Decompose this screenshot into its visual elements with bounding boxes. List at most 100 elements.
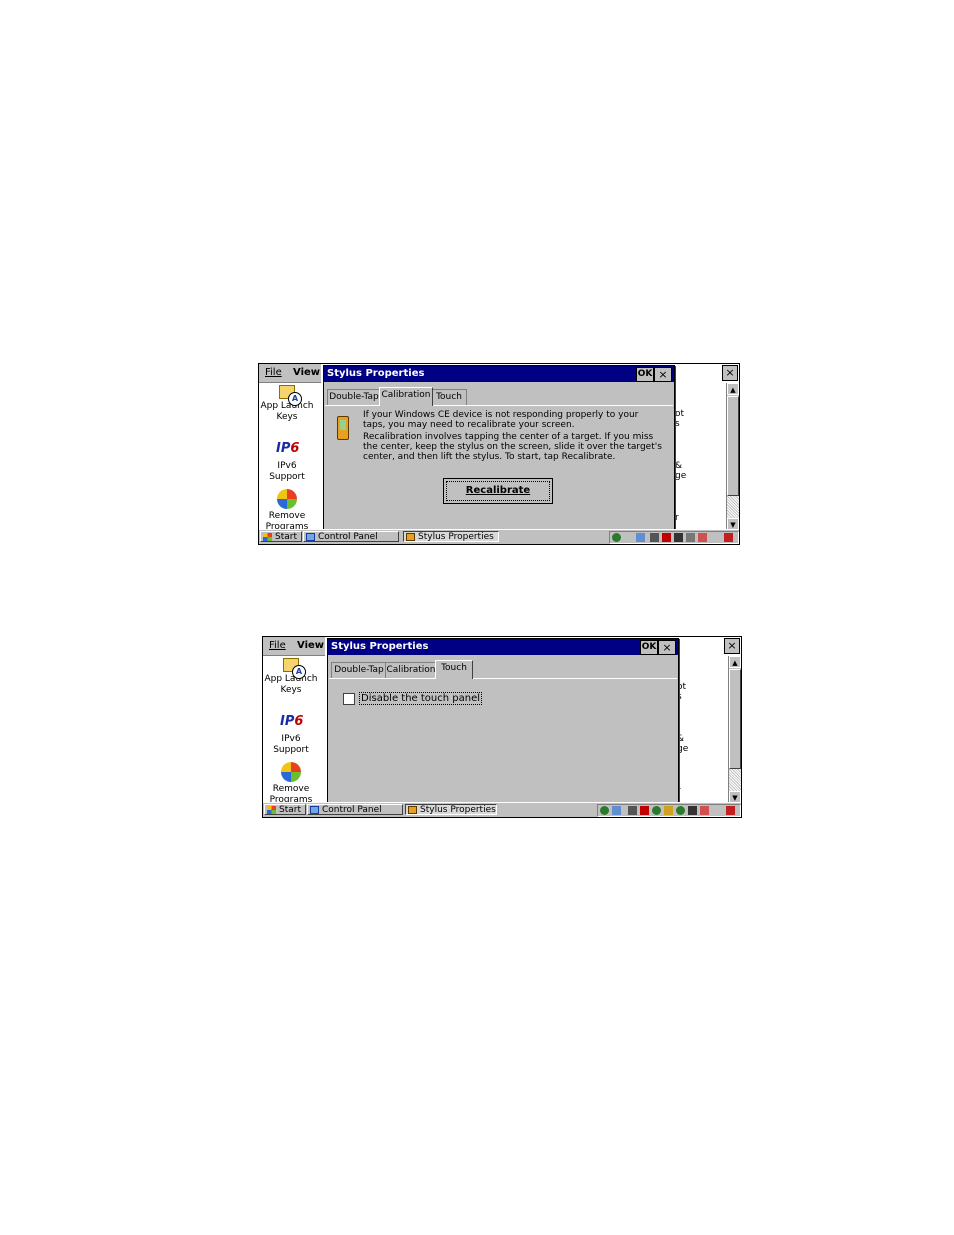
ipv6-icon: IP6 <box>280 714 304 729</box>
stylus-properties-dialog: Stylus Properties OK × Double-Tap Calibr… <box>327 638 679 804</box>
app-launch-keys-item[interactable]: App Launch Keys <box>259 385 315 423</box>
app-launch-keys-icon <box>279 385 302 406</box>
connection-icon[interactable] <box>636 533 645 542</box>
calibration-panel: If your Windows CE device is not respond… <box>325 405 673 529</box>
tab-touch[interactable]: Touch <box>431 389 467 405</box>
touch-panel: Disable the touch panel <box>329 678 677 802</box>
menu-bar: File View <box>259 364 321 383</box>
power-icon[interactable] <box>700 806 709 815</box>
stylus-tray-icon[interactable] <box>724 533 733 542</box>
icon-label: Remove <box>268 511 306 521</box>
window-close-button[interactable]: × <box>722 365 738 381</box>
network-icon[interactable] <box>612 533 621 542</box>
connection-icon[interactable] <box>612 806 621 815</box>
remove-programs-item[interactable]: Remove Programs <box>259 489 315 533</box>
windows-logo-icon <box>267 806 276 814</box>
keyboard-icon[interactable] <box>674 533 683 542</box>
tab-calibration[interactable]: Calibration <box>379 387 433 406</box>
right-icon-column: ot s & ge r <box>675 383 727 530</box>
vertical-scrollbar[interactable]: ▲ ▼ <box>726 383 739 532</box>
stylus-icon <box>408 806 417 814</box>
tab-double-tap[interactable]: Double-Tap <box>327 389 381 405</box>
icon-label: IPv6 <box>277 461 297 471</box>
right-icon-column: ot s & ge r <box>677 656 729 803</box>
task-label: Control Panel <box>318 532 378 542</box>
label-fragment: s <box>675 419 680 429</box>
close-button[interactable]: × <box>658 640 676 655</box>
remove-programs-item[interactable]: Remove Programs <box>263 762 319 806</box>
windows-logo-icon <box>263 533 272 541</box>
disable-touch-label[interactable]: Disable the touch panel <box>359 692 482 705</box>
control-panel-icon <box>306 533 315 541</box>
menu-file[interactable]: File <box>269 640 286 651</box>
scroll-up-icon[interactable]: ▲ <box>729 656 741 668</box>
close-button[interactable]: × <box>654 367 672 382</box>
icon-label: Keys <box>280 685 302 695</box>
signal-icon[interactable] <box>650 533 659 542</box>
start-label: Start <box>275 532 297 542</box>
network-icon[interactable] <box>600 806 609 815</box>
battery-icon[interactable] <box>662 533 671 542</box>
dialog-title-bar: Stylus Properties OK × <box>324 366 674 382</box>
control-panel-icon-list: App Launch Keys IP6 IPv6 Support Remove … <box>259 383 324 533</box>
wireless-off-icon[interactable] <box>686 533 695 542</box>
disable-touch-checkbox[interactable] <box>343 693 355 705</box>
control-panel-icon <box>310 806 319 814</box>
taskbar-control-panel[interactable]: Control Panel <box>307 804 403 815</box>
menu-file[interactable]: File <box>265 367 282 378</box>
start-button[interactable]: Start <box>260 531 302 542</box>
lock-icon[interactable] <box>664 806 673 815</box>
ipv6-icon: IP6 <box>276 441 300 456</box>
screenshot-touch: File View × App Launch Keys IP6 IPv6 Sup… <box>262 636 742 818</box>
ok-button[interactable]: OK <box>640 640 658 655</box>
control-panel-icon-list: App Launch Keys IP6 IPv6 Support Remove … <box>263 656 328 806</box>
ipv6-support-item[interactable]: IP6 IPv6 Support <box>263 712 319 756</box>
network3-icon[interactable] <box>676 806 685 815</box>
scroll-thumb[interactable] <box>727 396 739 496</box>
taskbar-stylus-properties[interactable]: Stylus Properties <box>405 804 497 815</box>
system-tray <box>609 531 739 544</box>
tab-calibration[interactable]: Calibration <box>385 662 437 678</box>
task-label: Control Panel <box>322 805 382 815</box>
taskbar: Start Control Panel Stylus Properties <box>259 529 739 544</box>
vertical-scrollbar[interactable]: ▲ ▼ <box>728 656 741 805</box>
menu-view[interactable]: View <box>297 640 324 651</box>
battery-icon[interactable] <box>640 806 649 815</box>
system-tray <box>597 804 741 817</box>
menu-view[interactable]: View <box>293 367 320 378</box>
taskbar: Start Control Panel Stylus Properties <box>263 802 741 817</box>
pda-device-icon <box>337 416 349 440</box>
taskbar-control-panel[interactable]: Control Panel <box>303 531 399 542</box>
start-button[interactable]: Start <box>264 804 306 815</box>
ipv6-support-item[interactable]: IP6 IPv6 Support <box>259 439 315 483</box>
icon-label: Support <box>269 472 305 482</box>
scroll-thumb[interactable] <box>729 669 741 769</box>
stylus-properties-dialog: Stylus Properties OK × Double-Tap Calibr… <box>323 365 675 531</box>
ok-button[interactable]: OK <box>636 367 654 382</box>
icon-label: App Launch <box>264 674 318 684</box>
dialog-title-bar: Stylus Properties OK × <box>328 639 678 655</box>
icon-label: Support <box>273 745 309 755</box>
tab-touch[interactable]: Touch <box>435 660 473 679</box>
stylus-icon <box>406 533 415 541</box>
scroll-up-icon[interactable]: ▲ <box>727 383 739 395</box>
recalibrate-button[interactable]: Recalibrate <box>443 478 553 504</box>
tab-double-tap[interactable]: Double-Tap <box>331 662 387 678</box>
app-launch-keys-item[interactable]: App Launch Keys <box>263 658 319 696</box>
network2-icon[interactable] <box>652 806 661 815</box>
signal-icon[interactable] <box>628 806 637 815</box>
stylus-tray-icon[interactable] <box>726 806 735 815</box>
window-close-button[interactable]: × <box>724 638 740 654</box>
calibration-intro-text: If your Windows CE device is not respond… <box>363 410 639 430</box>
label-fragment: ge <box>675 471 687 481</box>
keyboard-icon[interactable] <box>688 806 697 815</box>
taskbar-stylus-properties[interactable]: Stylus Properties <box>403 531 499 542</box>
icon-label: IPv6 <box>281 734 301 744</box>
label-fragment: r <box>675 513 679 523</box>
icon-label: App Launch <box>260 401 314 411</box>
icon-label: Keys <box>276 412 298 422</box>
label-fragment: & <box>675 461 683 471</box>
label-fragment: ot <box>675 409 685 419</box>
power-icon[interactable] <box>698 533 707 542</box>
remove-programs-icon <box>281 762 301 782</box>
